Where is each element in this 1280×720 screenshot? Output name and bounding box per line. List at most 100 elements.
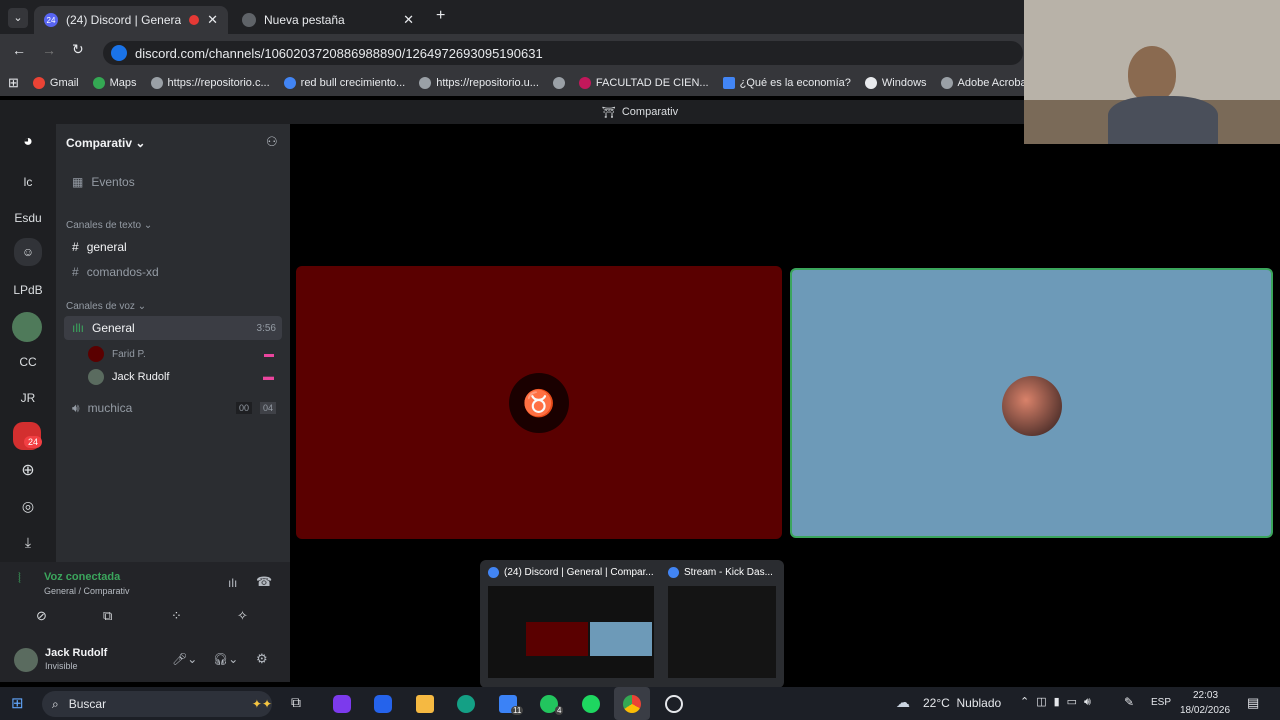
chrome-icon — [242, 13, 256, 27]
bookmark-gmail[interactable]: Gmail — [32, 77, 79, 89]
taskbar-preview: (24) Discord | General | Compar... Strea… — [480, 560, 784, 688]
recording-icon — [189, 15, 200, 25]
notifications-icon[interactable]: ▤ — [1247, 695, 1259, 711]
window-title: Comparativ — [621, 106, 679, 118]
bookmark-repositorio-c[interactable]: https://repositorio.c... — [150, 77, 270, 89]
chrome-taskbar-active[interactable] — [614, 687, 650, 720]
guild-cc[interactable]: CC — [8, 348, 48, 376]
video-tile-farid[interactable]: ♉ — [296, 266, 782, 539]
spotify-icon[interactable] — [582, 695, 600, 713]
bookmark-adobe[interactable]: Adobe Acrobat — [940, 77, 1030, 89]
back-icon[interactable]: ← — [12, 42, 26, 58]
guild-esdu[interactable]: Esdu — [8, 204, 48, 232]
guild-jr[interactable]: JR — [8, 384, 48, 412]
tab-new[interactable]: Nueva pestaña ✕ — [232, 6, 424, 34]
url-bar[interactable]: discord.com/channels/1060203720886988890… — [103, 41, 1023, 65]
server-name[interactable]: Comparativ ⌄ — [66, 136, 145, 150]
mail-badge: 11 — [511, 706, 524, 715]
avatar — [88, 346, 104, 362]
voice-status-sub[interactable]: General / Comparativ — [44, 586, 130, 596]
discord-home-icon[interactable]: ◕ — [8, 128, 48, 156]
pen-icon[interactable]: ✎ — [1124, 695, 1134, 709]
clock-time[interactable]: 22:03 — [1193, 690, 1218, 701]
preview-discord-title[interactable]: (24) Discord | General | Compar... — [488, 567, 658, 578]
weather-text[interactable]: 22°C Nublado — [923, 696, 1001, 710]
taskbar-search[interactable]: ⌕ Buscar ✦✦ — [42, 691, 272, 717]
cloud-icon[interactable]: ☁ — [896, 694, 910, 711]
headphones-icon[interactable]: 🎧︎⌄ — [213, 652, 238, 666]
settings-gear-icon[interactable]: ⚙ — [256, 651, 268, 667]
bookmark-economia[interactable]: ¿Qué es la economía? — [722, 77, 851, 89]
user-status: Invisible — [45, 661, 78, 671]
guild-lpdb[interactable]: LPdB — [8, 276, 48, 304]
microphone-icon[interactable]: 🎤︎⌄ — [172, 652, 197, 666]
bookmark-windows[interactable]: Windows — [864, 77, 927, 89]
language-indicator[interactable]: ESP — [1151, 697, 1171, 708]
add-server-icon[interactable]: ⊕ — [8, 456, 48, 484]
tray-icons[interactable]: ⌃◫▮▭🔊︎ — [1020, 695, 1098, 709]
clock-date[interactable]: 18/02/2026 — [1180, 705, 1230, 716]
bookmark-red-bull[interactable]: red bull crecimiento... — [283, 77, 405, 89]
voice-channel-muchica[interactable]: 🔊︎ muchica 00 04 — [64, 396, 282, 420]
file-explorer-icon[interactable] — [416, 695, 434, 713]
apps-icon[interactable]: ⊞ — [8, 75, 19, 91]
user-panel: ⦚ Voz conectada General / Comparativ ılı… — [0, 562, 290, 682]
channel-general[interactable]: # general — [64, 235, 282, 259]
forward-icon[interactable]: → — [42, 42, 56, 58]
voice-user-jack[interactable]: Jack Rudolf ▬ — [88, 367, 274, 387]
events-item[interactable]: ▦ Eventos — [64, 170, 282, 194]
task-view-icon[interactable]: ⧉ — [291, 694, 301, 711]
channel-comandos[interactable]: # comandos-xd — [64, 260, 282, 284]
guild-lc[interactable]: lc — [8, 168, 48, 196]
webcam-overlay — [1024, 0, 1280, 144]
soundboard-icon[interactable]: ✧ — [237, 608, 248, 624]
maps-icon — [92, 77, 105, 89]
windows-start-icon[interactable]: ⊞ — [11, 694, 24, 712]
noise-suppression-icon[interactable]: ılı — [228, 576, 237, 590]
guild-bot[interactable]: ☺ — [14, 238, 42, 266]
chrome-icon — [488, 567, 499, 578]
tab-search-icon[interactable]: ⌄ — [8, 8, 28, 28]
new-tab-icon[interactable]: + — [436, 7, 445, 25]
text-channels-header[interactable]: Canales de texto ⌄ — [66, 220, 152, 231]
user-name[interactable]: Jack Rudolf — [45, 647, 107, 659]
bookmark-facultad[interactable]: FACULTAD DE CIEN... — [578, 77, 709, 89]
bookmark-globe[interactable] — [552, 77, 565, 89]
invite-icon[interactable]: ⚇ — [266, 134, 278, 150]
copilot-icon[interactable] — [333, 695, 351, 713]
voice-user-farid[interactable]: Farid P. ▬ — [88, 344, 274, 364]
preview-kick-thumbnail[interactable] — [668, 586, 776, 678]
stream-icon: ▬ — [264, 348, 274, 360]
guild-avatar[interactable] — [12, 312, 42, 342]
thumb-tile-left — [526, 622, 588, 656]
reload-icon[interactable]: ↻ — [72, 41, 84, 58]
voice-channels-header[interactable]: Canales de voz ⌄ — [66, 301, 146, 312]
search-icon: ⌕ — [52, 696, 59, 711]
speaker-icon: 🔊︎ — [72, 400, 80, 415]
download-icon[interactable]: ⤓ — [8, 528, 48, 556]
bookmark-maps[interactable]: Maps — [92, 77, 137, 89]
globe-icon — [552, 77, 565, 89]
outlook-icon[interactable] — [374, 695, 392, 713]
preview-kick-title[interactable]: Stream - Kick Das... — [668, 567, 778, 578]
tab-discord[interactable]: 24 (24) Discord | General | Com ✕ — [34, 6, 228, 34]
disconnect-icon[interactable]: ☎ — [256, 574, 272, 590]
obs-icon[interactable] — [665, 695, 683, 713]
close-tab-icon[interactable]: ✕ — [207, 12, 218, 28]
video-tile-jack[interactable] — [790, 268, 1273, 538]
close-tab-icon[interactable]: ✕ — [403, 12, 414, 28]
webcam-shirt — [1108, 96, 1218, 144]
activities-icon[interactable]: ⁘ — [171, 608, 182, 624]
bookmark-repositorio-u[interactable]: https://repositorio.u... — [419, 77, 539, 89]
site-info-icon[interactable] — [111, 45, 127, 61]
stream-icon: ▬ — [263, 371, 274, 383]
preview-discord-thumbnail[interactable] — [488, 586, 654, 678]
camera-off-icon[interactable]: ⊘ — [36, 608, 47, 624]
whatsapp-badge: 4 — [555, 706, 564, 715]
edge-icon[interactable] — [457, 695, 475, 713]
screen-share-icon[interactable]: ⧉ — [103, 608, 112, 624]
discover-icon[interactable]: ◎ — [8, 492, 48, 520]
user-avatar[interactable] — [14, 648, 38, 672]
voice-channel-general[interactable]: ıllı General 3:56 — [64, 316, 282, 340]
signal-icon: ⦚ — [18, 570, 21, 586]
